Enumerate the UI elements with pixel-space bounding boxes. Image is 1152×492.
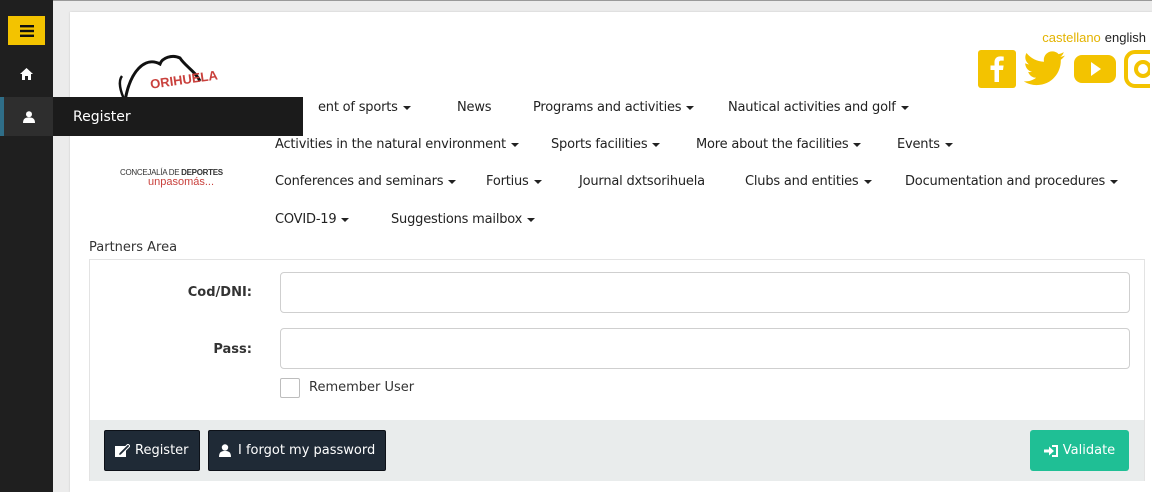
forgot-password-button[interactable]: I forgot my password bbox=[208, 430, 387, 471]
nav-item-conferences[interactable]: Conferences and seminars bbox=[275, 174, 457, 189]
caret-down-icon bbox=[853, 142, 862, 147]
sidebar-register-tooltip[interactable]: Register bbox=[53, 97, 303, 136]
caret-down-icon bbox=[686, 105, 695, 110]
section-title-partners: Partners Area bbox=[89, 240, 178, 255]
nav-item-nautical[interactable]: Nautical activities and golf bbox=[728, 100, 909, 115]
validate-button[interactable]: Validate bbox=[1030, 430, 1129, 471]
caret-down-icon bbox=[527, 217, 536, 222]
nav-item-documentation[interactable]: Documentation and procedures bbox=[905, 174, 1119, 189]
nav-item-events[interactable]: Events bbox=[897, 137, 953, 152]
user-icon bbox=[22, 110, 35, 123]
menu-toggle-button[interactable] bbox=[8, 16, 45, 45]
caret-down-icon bbox=[652, 142, 661, 147]
remember-user-checkbox[interactable] bbox=[280, 378, 300, 398]
pass-label: Pass: bbox=[213, 342, 252, 357]
caret-down-icon bbox=[1110, 179, 1119, 184]
sidebar-item-home[interactable] bbox=[0, 58, 53, 90]
register-button-label: Register bbox=[135, 443, 189, 458]
code-dni-input[interactable] bbox=[280, 272, 1130, 313]
caret-down-icon bbox=[402, 105, 411, 110]
register-button[interactable]: Register bbox=[104, 430, 200, 471]
nav-item-journal[interactable]: Journal dxtsorihuela bbox=[579, 174, 705, 189]
sidebar bbox=[0, 0, 53, 492]
code-label: Cod/DNI: bbox=[187, 285, 252, 300]
home-icon bbox=[20, 68, 33, 80]
register-edit-icon bbox=[115, 444, 130, 457]
caret-down-icon bbox=[448, 179, 457, 184]
caret-down-icon bbox=[944, 142, 953, 147]
nav-item-natural-environment[interactable]: Activities in the natural environment bbox=[275, 137, 519, 152]
nav-item-sports-facilities[interactable]: Sports facilities bbox=[551, 137, 661, 152]
nav-item-suggestions[interactable]: Suggestions mailbox bbox=[391, 212, 536, 227]
sign-in-icon bbox=[1043, 444, 1058, 457]
top-border bbox=[0, 0, 1152, 1]
hamburger-icon bbox=[19, 24, 34, 37]
nav-item-programs[interactable]: Programs and activities bbox=[533, 100, 695, 115]
form-footer: Register I forgot my password Validate bbox=[90, 420, 1144, 481]
sidebar-register-label: Register bbox=[73, 108, 131, 125]
remember-user-label: Remember User bbox=[309, 380, 415, 395]
caret-down-icon bbox=[533, 179, 542, 184]
forgot-password-label: I forgot my password bbox=[238, 443, 376, 458]
password-input[interactable] bbox=[280, 328, 1130, 369]
caret-down-icon bbox=[900, 105, 909, 110]
validate-button-label: Validate bbox=[1062, 443, 1116, 458]
nav-item-more-facilities[interactable]: More about the facilities bbox=[696, 137, 862, 152]
caret-down-icon bbox=[341, 217, 350, 222]
login-panel: Cod/DNI: Pass: Remember User Register I … bbox=[89, 259, 1145, 481]
user-icon bbox=[219, 444, 231, 457]
caret-down-icon bbox=[863, 179, 872, 184]
caret-down-icon bbox=[510, 142, 519, 147]
nav-item-clubs[interactable]: Clubs and entities bbox=[745, 174, 872, 189]
sidebar-item-register[interactable] bbox=[0, 97, 53, 136]
nav-item-covid[interactable]: COVID-19 bbox=[275, 212, 350, 227]
nav-item-news[interactable]: News bbox=[457, 100, 492, 115]
nav-item-department-of-sports[interactable]: ent of sports bbox=[318, 100, 411, 115]
nav-item-fortius[interactable]: Fortius bbox=[486, 174, 542, 189]
